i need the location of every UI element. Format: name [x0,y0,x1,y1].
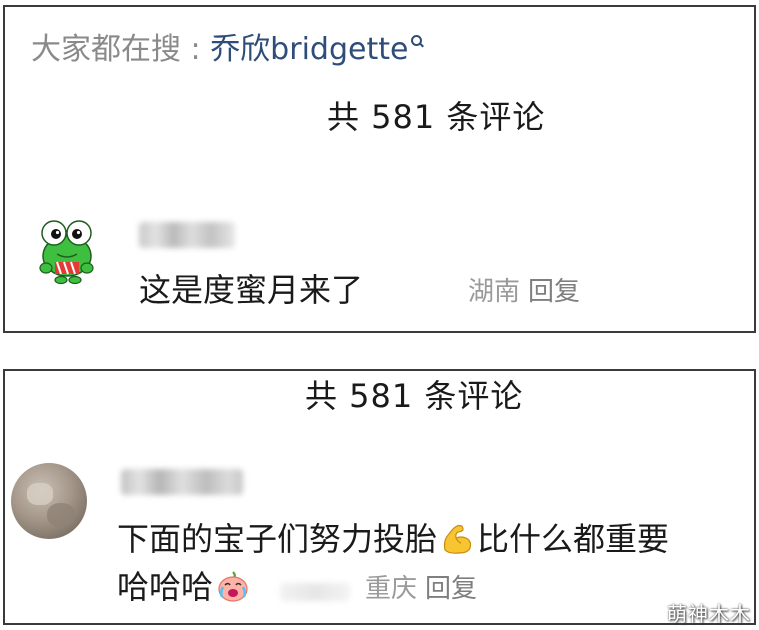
comment-location: 重庆 [365,574,418,604]
comment-meta: 重庆 回复 [365,572,477,606]
timestamp-blurred [280,583,350,601]
comment-panel-1: 大家都在搜 : 乔欣bridgette 共 581 条评论 这是度蜜月来了 湖南… [3,5,756,333]
comment-text: 下面的宝子们努力投胎 比什么都重要 [117,519,669,559]
username-blurred[interactable] [139,222,235,248]
frog-avatar-icon [39,220,94,285]
search-suggestion-term[interactable]: 乔欣bridgette [210,32,408,67]
reply-button[interactable]: 回复 [425,574,477,604]
comment-text-line-2: 哈哈哈 [117,567,253,607]
comment-text-part-1: 下面的宝子们努力投胎 [117,520,438,558]
flexed-biceps-icon [443,524,472,554]
search-icon[interactable] [411,35,425,48]
avatar[interactable] [27,210,103,286]
comment-panel-2: 共 581 条评论 下面的宝子们努力投胎 比什么都重要 哈哈哈 重庆 回复 [3,369,756,625]
composite-screenshot: 大家都在搜 : 乔欣bridgette 共 581 条评论 这是度蜜月来了 湖南… [0,0,759,630]
comment-text-part-2: 比什么都重要 [477,520,670,558]
comment-text-laugh: 哈哈哈 [117,568,214,606]
comment-text: 这是度蜜月来了 [139,271,364,309]
reply-button[interactable]: 回复 [528,277,580,307]
comment-count: 共 581 条评论 [305,377,524,415]
username-blurred[interactable] [121,469,243,495]
search-suggestion-prefix: 大家都在搜 : [31,32,211,67]
avatar[interactable] [11,463,87,539]
watermark: 萌神木木 [667,602,751,626]
search-suggestion[interactable]: 大家都在搜 : 乔欣bridgette [31,31,425,69]
comment-meta: 湖南 回复 [468,275,580,309]
crying-laughing-icon [218,571,248,602]
comment-location: 湖南 [468,277,521,307]
comment-count: 共 581 条评论 [327,98,546,136]
